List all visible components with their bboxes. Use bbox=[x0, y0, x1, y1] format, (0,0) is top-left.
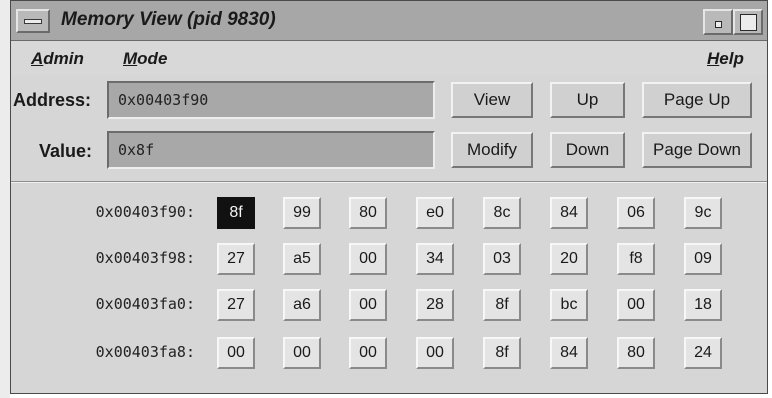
address-field[interactable]: 0x00403f90 bbox=[107, 81, 435, 119]
memory-row-address: 0x00403fa8: bbox=[95, 343, 195, 361]
title-bar[interactable]: Memory View (pid 9830) bbox=[11, 1, 767, 41]
memory-byte-cell[interactable]: 27 bbox=[217, 243, 255, 275]
background-window-edge bbox=[0, 0, 10, 398]
memory-byte-cell[interactable]: 80 bbox=[617, 337, 655, 369]
menu-help-label: elp bbox=[719, 49, 744, 68]
memory-byte-cell[interactable]: 8c bbox=[483, 197, 521, 229]
menu-admin-label: dmin bbox=[43, 49, 84, 68]
menu-help-mnemonic: H bbox=[707, 49, 720, 68]
value-field[interactable]: 0x8f bbox=[107, 131, 435, 169]
memory-byte-cell[interactable]: bc bbox=[550, 289, 588, 321]
page-up-button[interactable]: Page Up bbox=[642, 82, 752, 118]
memory-byte-cell[interactable]: 20 bbox=[550, 243, 588, 275]
memory-byte-cell[interactable]: 84 bbox=[550, 197, 588, 229]
memory-byte-cell[interactable]: 80 bbox=[349, 197, 387, 229]
window-menu-button[interactable] bbox=[16, 9, 50, 33]
memory-row-address: 0x00403f98: bbox=[95, 249, 195, 267]
modify-button[interactable]: Modify bbox=[451, 132, 533, 168]
minimize-button[interactable] bbox=[703, 9, 733, 35]
memory-byte-cell[interactable]: 34 bbox=[416, 243, 454, 275]
minimize-icon bbox=[715, 21, 722, 28]
maximize-icon bbox=[740, 14, 757, 31]
memory-byte-cell[interactable]: 00 bbox=[416, 337, 454, 369]
memory-byte-cell[interactable]: 8f bbox=[217, 197, 255, 229]
memory-byte-cell[interactable]: 00 bbox=[349, 289, 387, 321]
memory-byte-cell[interactable]: 00 bbox=[349, 337, 387, 369]
memory-byte-cell[interactable]: a6 bbox=[283, 289, 321, 321]
menu-mode[interactable]: Mode bbox=[123, 49, 167, 69]
page-down-button[interactable]: Page Down bbox=[642, 132, 752, 168]
memory-byte-cell[interactable]: a5 bbox=[283, 243, 321, 275]
view-button[interactable]: View bbox=[451, 82, 533, 118]
menu-mode-mnemonic: M bbox=[123, 49, 138, 68]
memory-view-window: Memory View (pid 9830) Admin Mode Help A… bbox=[10, 0, 768, 394]
memory-byte-cell[interactable]: 00 bbox=[617, 289, 655, 321]
up-button[interactable]: Up bbox=[550, 82, 625, 118]
memory-byte-cell[interactable]: 9c bbox=[684, 197, 722, 229]
down-button[interactable]: Down bbox=[550, 132, 625, 168]
separator bbox=[11, 181, 767, 183]
memory-byte-cell[interactable]: 28 bbox=[416, 289, 454, 321]
memory-row-address: 0x00403fa0: bbox=[95, 295, 195, 313]
memory-byte-cell[interactable]: 09 bbox=[684, 243, 722, 275]
menu-admin[interactable]: Admin bbox=[31, 49, 84, 69]
memory-byte-cell[interactable]: 8f bbox=[483, 289, 521, 321]
memory-byte-cell[interactable]: 03 bbox=[483, 243, 521, 275]
memory-byte-cell[interactable]: 00 bbox=[283, 337, 321, 369]
memory-byte-cell[interactable]: 00 bbox=[217, 337, 255, 369]
menu-help[interactable]: Help bbox=[707, 49, 744, 69]
maximize-button[interactable] bbox=[733, 9, 763, 35]
memory-byte-cell[interactable]: e0 bbox=[416, 197, 454, 229]
menu-mode-label: ode bbox=[137, 49, 168, 68]
menu-admin-mnemonic: A bbox=[31, 49, 44, 68]
value-label: Value: bbox=[39, 141, 93, 161]
memory-byte-cell[interactable]: 8f bbox=[483, 337, 521, 369]
address-label: Address: bbox=[13, 90, 92, 110]
menu-bar: Admin Mode Help bbox=[11, 41, 767, 75]
window-menu-icon bbox=[24, 19, 42, 24]
memory-byte-cell[interactable]: f8 bbox=[617, 243, 655, 275]
memory-byte-cell[interactable]: 18 bbox=[684, 289, 722, 321]
memory-byte-cell[interactable]: 00 bbox=[349, 243, 387, 275]
window-title: Memory View (pid 9830) bbox=[61, 9, 276, 30]
memory-byte-cell[interactable]: 84 bbox=[550, 337, 588, 369]
memory-row-address: 0x00403f90: bbox=[95, 203, 195, 221]
memory-byte-cell[interactable]: 99 bbox=[283, 197, 321, 229]
memory-byte-cell[interactable]: 24 bbox=[684, 337, 722, 369]
memory-byte-cell[interactable]: 27 bbox=[217, 289, 255, 321]
memory-byte-cell[interactable]: 06 bbox=[617, 197, 655, 229]
